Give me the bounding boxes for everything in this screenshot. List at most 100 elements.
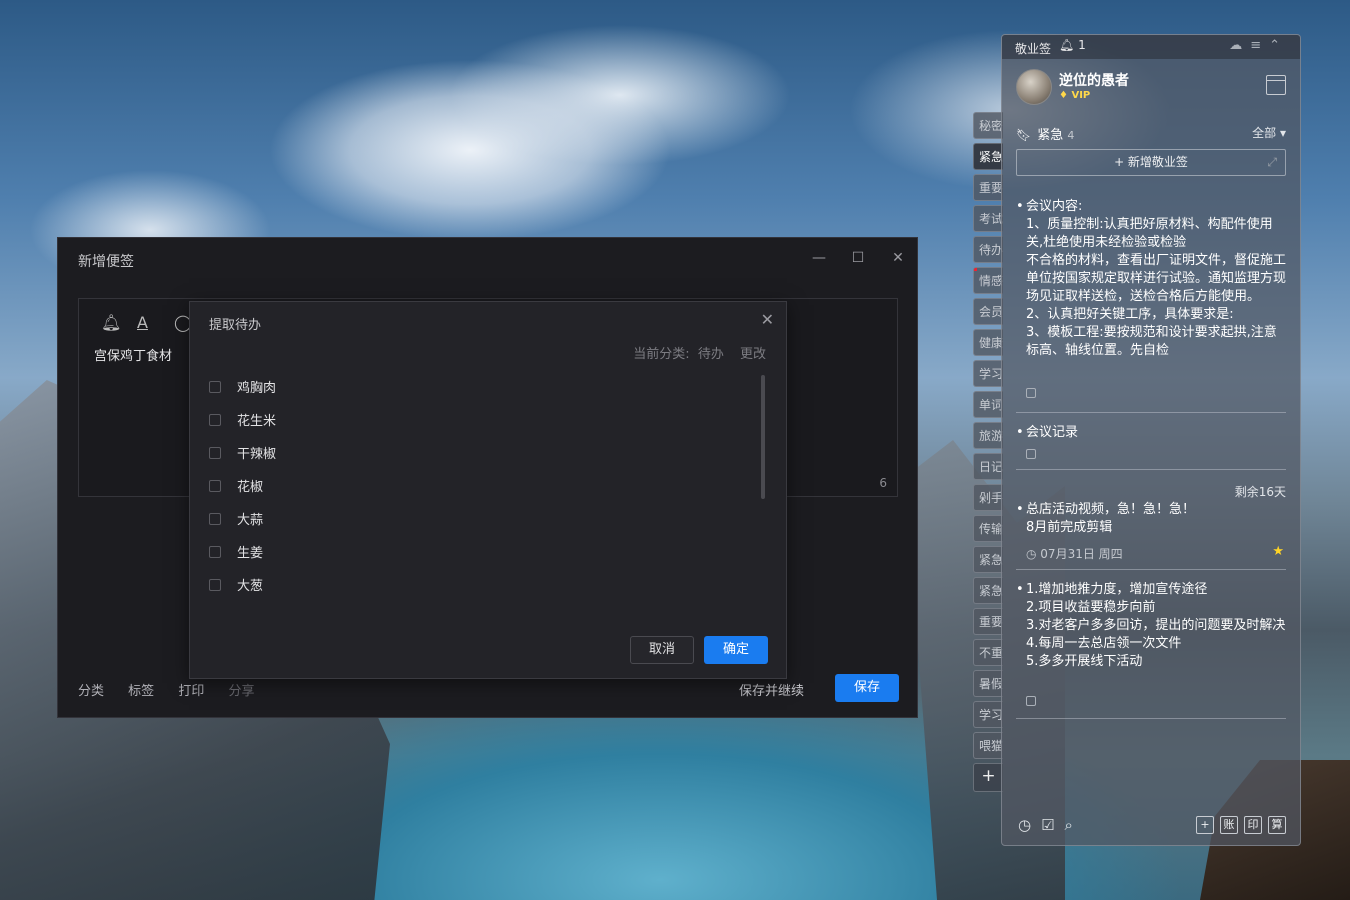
calendar-icon[interactable] bbox=[1266, 75, 1286, 95]
menu-icon[interactable]: ≡ bbox=[1250, 38, 1269, 53]
filter-dropdown[interactable]: 全部 ▾ bbox=[1252, 124, 1286, 141]
todo-item[interactable]: 花生米 bbox=[209, 403, 749, 436]
lock-icon bbox=[1026, 388, 1036, 398]
add-note-label: + 新增敬业签 bbox=[1114, 155, 1188, 169]
category-tabs: 秘密 紧急 重要 考试 待办 情感 会员 健康 学习 单词 旅游 日记 剁手 传… bbox=[973, 112, 1003, 792]
add-note-button[interactable]: + 新增敬业签 ⤢ bbox=[1016, 149, 1286, 176]
todo-item[interactable]: 生姜 bbox=[209, 535, 749, 568]
tab-category[interactable]: 考试 bbox=[973, 205, 1003, 232]
avatar[interactable] bbox=[1016, 69, 1052, 105]
tab-category[interactable]: 健康 bbox=[973, 329, 1003, 356]
note-item[interactable]: • 总店活动视频，急！急！急！ 8月前完成剪辑 bbox=[1016, 501, 1286, 537]
category-button[interactable]: 分类 bbox=[78, 684, 104, 699]
search-icon[interactable]: ⌕ bbox=[1065, 816, 1083, 834]
change-category-link[interactable]: 更改 bbox=[740, 347, 766, 362]
maximize-icon[interactable]: ☐ bbox=[848, 248, 868, 268]
checkbox[interactable] bbox=[209, 578, 221, 591]
note-text: 会议内容: 1、质量控制:认真把好原材料、构配件使用关,杜绝使用未经检验或检验 … bbox=[1026, 199, 1286, 358]
tab-category[interactable]: 重要 bbox=[973, 608, 1003, 635]
section-title: 紧急 bbox=[1037, 128, 1064, 143]
checkbox[interactable] bbox=[209, 413, 221, 426]
bullet: • bbox=[1016, 425, 1024, 440]
share-button[interactable]: 分享 bbox=[228, 684, 254, 699]
checkbox[interactable] bbox=[209, 479, 221, 492]
font-color-icon[interactable]: A bbox=[137, 313, 148, 332]
bullet: • bbox=[1016, 582, 1024, 597]
tab-category[interactable]: 旅游 bbox=[973, 422, 1003, 449]
todo-item[interactable]: 大蒜 bbox=[209, 502, 749, 535]
clock-icon[interactable]: ◷ bbox=[1018, 816, 1041, 834]
tab-category[interactable]: 紧急 bbox=[973, 546, 1003, 573]
scrollbar[interactable] bbox=[761, 375, 765, 499]
tab-category[interactable]: 不重 bbox=[973, 639, 1003, 666]
tab-category[interactable]: 紧急 bbox=[973, 577, 1003, 604]
checkbox[interactable] bbox=[209, 446, 221, 459]
tab-category[interactable]: 待办 bbox=[973, 236, 1003, 263]
checkbox[interactable] bbox=[209, 545, 221, 558]
tab-category[interactable]: 秘密 bbox=[973, 112, 1003, 139]
save-button[interactable]: 保存 bbox=[835, 674, 899, 702]
add-category-button[interactable]: + bbox=[973, 763, 1003, 792]
todo-item[interactable]: 大葱 bbox=[209, 568, 749, 601]
tab-category-active[interactable]: 紧急 bbox=[973, 143, 1003, 170]
tab-category[interactable]: 情感 bbox=[973, 267, 1003, 294]
bullet: • bbox=[1016, 502, 1024, 517]
bell-icon[interactable]: 🔔︎ bbox=[101, 313, 121, 332]
divider bbox=[1016, 412, 1286, 413]
star-icon[interactable]: ★ bbox=[1272, 544, 1284, 559]
notification[interactable]: 🔔︎ 1 bbox=[1059, 38, 1086, 52]
checkbox[interactable] bbox=[209, 512, 221, 525]
tab-category[interactable]: 重要 bbox=[973, 174, 1003, 201]
print-icon[interactable]: 印 bbox=[1244, 816, 1262, 834]
tab-category[interactable]: 会员 bbox=[973, 298, 1003, 325]
confirm-button[interactable]: 确定 bbox=[704, 636, 768, 664]
todo-label: 干辣椒 bbox=[237, 447, 277, 462]
tab-category[interactable]: 传输 bbox=[973, 515, 1003, 542]
lock-icon bbox=[1026, 696, 1036, 706]
todo-list: 鸡胸肉 花生米 干辣椒 花椒 大蒜 生姜 大葱 bbox=[209, 370, 749, 601]
tab-category[interactable]: 学习 bbox=[973, 701, 1003, 728]
calculator-icon[interactable]: 算 bbox=[1268, 816, 1286, 834]
divider bbox=[1016, 718, 1286, 719]
window-title: 新增便签 bbox=[78, 254, 134, 270]
tab-category[interactable]: 剁手 bbox=[973, 484, 1003, 511]
note-date: 07月31日 周四 bbox=[1040, 547, 1123, 561]
note-text: 会议记录 bbox=[1026, 425, 1079, 440]
account-icon[interactable]: 账 bbox=[1220, 816, 1238, 834]
filter-label: 全部 bbox=[1252, 126, 1277, 140]
tab-category[interactable]: 喂猫 bbox=[973, 732, 1003, 759]
user-name[interactable]: 逆位的愚者 bbox=[1059, 70, 1129, 90]
note-item[interactable]: • 会议记录 bbox=[1016, 424, 1286, 442]
save-and-continue-button[interactable]: 保存并继续 bbox=[739, 680, 804, 699]
note-text: 总店活动视频，急！急！急！ 8月前完成剪辑 bbox=[1026, 502, 1196, 535]
bell-icon: 🔔︎ bbox=[1059, 38, 1075, 52]
divider bbox=[1016, 569, 1286, 570]
collapse-icon[interactable]: ⌃ bbox=[1269, 38, 1288, 53]
close-icon[interactable]: ✕ bbox=[888, 248, 908, 268]
remaining-days: 剩余16天 bbox=[1234, 485, 1286, 499]
tab-category[interactable]: 单词 bbox=[973, 391, 1003, 418]
cloud-icon[interactable]: ☁ bbox=[1229, 38, 1250, 53]
note-item[interactable]: • 会议内容: 1、质量控制:认真把好原材料、构配件使用关,杜绝使用未经检验或检… bbox=[1016, 198, 1286, 378]
todo-item[interactable]: 干辣椒 bbox=[209, 436, 749, 469]
minimize-icon[interactable]: — bbox=[809, 248, 829, 268]
bullet: • bbox=[1016, 199, 1024, 214]
todo-item[interactable]: 鸡胸肉 bbox=[209, 370, 749, 403]
print-button[interactable]: 打印 bbox=[178, 684, 204, 699]
checkbox[interactable] bbox=[209, 380, 221, 393]
checkbox-icon[interactable]: ☑ bbox=[1041, 816, 1064, 834]
todo-item[interactable]: 花椒 bbox=[209, 469, 749, 502]
tab-category[interactable]: 日记 bbox=[973, 453, 1003, 480]
close-icon[interactable]: ✕ bbox=[761, 310, 774, 329]
tab-category[interactable]: 暑假 bbox=[973, 670, 1003, 697]
note-lock bbox=[1016, 692, 1286, 706]
cancel-button[interactable]: 取消 bbox=[630, 636, 694, 664]
note-item[interactable]: • 1.增加地推力度，增加宣传途径 2.项目收益要稳步向前 3.对老客户多多回访… bbox=[1016, 581, 1286, 671]
note-content[interactable]: 宫保鸡丁食材 bbox=[94, 345, 172, 364]
bookmark-icon: 🔖︎ bbox=[1016, 128, 1032, 142]
tab-category[interactable]: 学习 bbox=[973, 360, 1003, 387]
note-text: 1.增加地推力度，增加宣传途径 2.项目收益要稳步向前 3.对老客户多多回访，提… bbox=[1026, 582, 1286, 669]
category-label: 当前分类: bbox=[633, 347, 690, 362]
tag-button[interactable]: 标签 bbox=[128, 684, 154, 699]
add-icon[interactable]: + bbox=[1196, 816, 1214, 834]
